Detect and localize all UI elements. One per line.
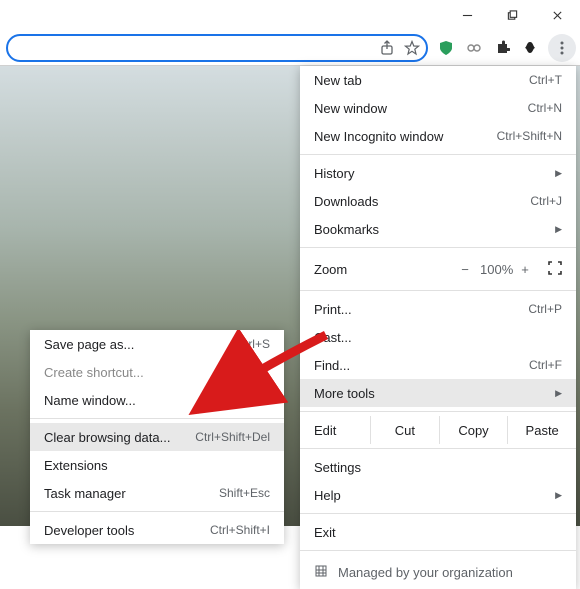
menu-shortcut: Ctrl+J (530, 194, 562, 208)
puzzle-icon[interactable] (494, 40, 510, 56)
share-icon[interactable] (380, 40, 396, 56)
submenu-item-create-shortcut[interactable]: Create shortcut... (30, 358, 284, 386)
menu-item-label: Settings (314, 460, 361, 475)
menu-item-more-tools[interactable]: More tools ▶ (300, 379, 576, 407)
link-icon[interactable] (466, 40, 482, 56)
chevron-right-icon: ▶ (555, 388, 562, 399)
menu-item-label: History (314, 166, 354, 181)
extension-icon[interactable] (522, 40, 538, 56)
chevron-right-icon: ▶ (555, 168, 562, 179)
menu-item-label: More tools (314, 386, 375, 401)
zoom-row: Zoom − 100% + (300, 252, 576, 286)
menu-item-label: New Incognito window (314, 129, 443, 144)
address-bar[interactable] (6, 34, 428, 62)
submenu-item-label: Name window... (44, 393, 136, 408)
paste-button[interactable]: Paste (507, 416, 576, 444)
menu-shortcut: Ctrl+Shift+N (497, 129, 562, 143)
menu-item-label: Help (314, 488, 341, 503)
edit-label: Edit (300, 423, 370, 438)
submenu-shortcut: Ctrl+Shift+Del (195, 430, 270, 444)
menu-item-label: Print... (314, 302, 352, 317)
submenu-item-label: Clear browsing data... (44, 430, 170, 445)
submenu-item-clear-browsing-data[interactable]: Clear browsing data... Ctrl+Shift+Del (30, 423, 284, 451)
menu-item-history[interactable]: History ▶ (300, 159, 576, 187)
zoom-value: 100% (480, 262, 510, 277)
menu-item-label: Find... (314, 358, 350, 373)
menu-item-new-tab[interactable]: New tab Ctrl+T (300, 66, 576, 94)
close-button[interactable] (535, 0, 580, 30)
cut-button[interactable]: Cut (370, 416, 439, 444)
submenu-shortcut: Ctrl+Shift+I (210, 523, 270, 537)
menu-item-exit[interactable]: Exit (300, 518, 576, 546)
submenu-item-label: Save page as... (44, 337, 134, 352)
extension-icons (428, 40, 548, 56)
zoom-out-button[interactable]: − (450, 262, 480, 277)
zoom-label: Zoom (314, 262, 450, 277)
zoom-in-button[interactable]: + (510, 262, 540, 277)
submenu-item-name-window[interactable]: Name window... (30, 386, 284, 414)
menu-item-print[interactable]: Print... Ctrl+P (300, 295, 576, 323)
submenu-item-label: Task manager (44, 486, 126, 501)
copy-button[interactable]: Copy (439, 416, 508, 444)
menu-item-label: Downloads (314, 194, 378, 209)
submenu-item-label: Create shortcut... (44, 365, 144, 380)
menu-shortcut: Ctrl+F (529, 358, 562, 372)
submenu-shortcut: Ctrl+S (236, 337, 270, 351)
main-menu: New tab Ctrl+T New window Ctrl+N New Incogni… (300, 66, 576, 589)
managed-text: Managed by your organization (338, 565, 513, 580)
star-icon[interactable] (404, 40, 420, 56)
menu-shortcut: Ctrl+N (528, 101, 562, 115)
submenu-item-label: Extensions (44, 458, 108, 473)
browser-toolbar (0, 30, 580, 66)
submenu-item-save-page-as[interactable]: Save page as... Ctrl+S (30, 330, 284, 358)
menu-item-bookmarks[interactable]: Bookmarks ▶ (300, 215, 576, 243)
menu-item-new-incognito-window[interactable]: New Incognito window Ctrl+Shift+N (300, 122, 576, 150)
menu-item-settings[interactable]: Settings (300, 453, 576, 481)
chevron-right-icon: ▶ (555, 224, 562, 235)
submenu-item-label: Developer tools (44, 523, 134, 538)
menu-item-help[interactable]: Help ▶ (300, 481, 576, 509)
window-titlebar (0, 0, 580, 30)
chevron-right-icon: ▶ (555, 490, 562, 501)
menu-item-new-window[interactable]: New window Ctrl+N (300, 94, 576, 122)
maximize-button[interactable] (490, 0, 535, 30)
menu-item-label: Exit (314, 525, 336, 540)
more-button[interactable] (548, 34, 576, 62)
menu-item-label: New window (314, 101, 387, 116)
menu-item-label: New tab (314, 73, 362, 88)
fullscreen-icon[interactable] (548, 261, 562, 278)
submenu-item-developer-tools[interactable]: Developer tools Ctrl+Shift+I (30, 516, 284, 544)
menu-shortcut: Ctrl+P (528, 302, 562, 316)
menu-item-cast[interactable]: Cast... (300, 323, 576, 351)
menu-item-find[interactable]: Find... Ctrl+F (300, 351, 576, 379)
managed-notice[interactable]: Managed by your organization (300, 555, 576, 589)
menu-item-label: Bookmarks (314, 222, 379, 237)
shield-icon[interactable] (438, 40, 454, 56)
minimize-button[interactable] (445, 0, 490, 30)
edit-row: Edit Cut Copy Paste (300, 416, 576, 444)
menu-item-label: Cast... (314, 330, 352, 345)
more-tools-submenu: Save page as... Ctrl+S Create shortcut... N… (30, 330, 284, 544)
submenu-shortcut: Shift+Esc (219, 486, 270, 500)
building-icon (314, 564, 328, 581)
submenu-item-extensions[interactable]: Extensions (30, 451, 284, 479)
submenu-item-task-manager[interactable]: Task manager Shift+Esc (30, 479, 284, 507)
menu-item-downloads[interactable]: Downloads Ctrl+J (300, 187, 576, 215)
menu-shortcut: Ctrl+T (529, 73, 562, 87)
